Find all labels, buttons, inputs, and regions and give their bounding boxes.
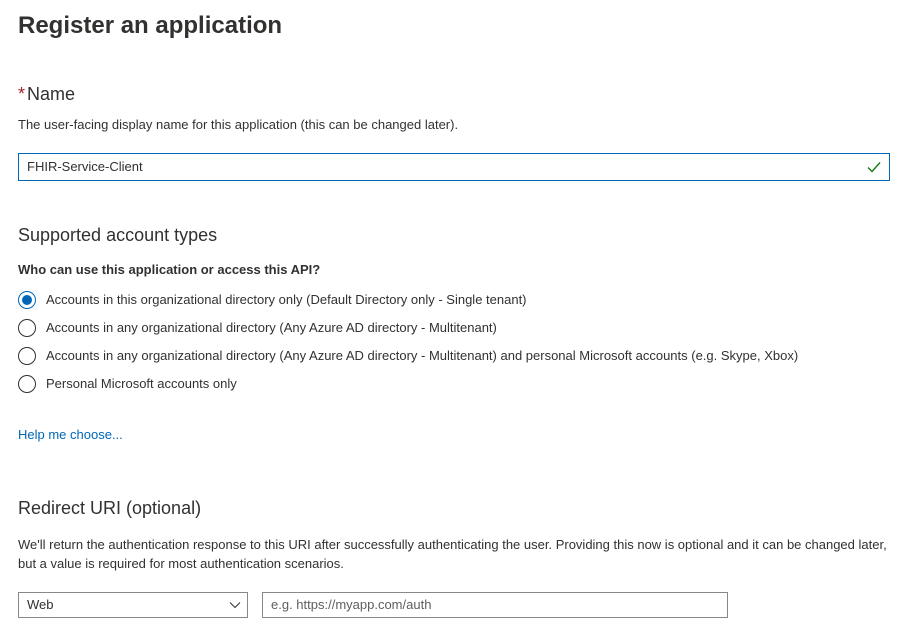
radio-icon <box>18 291 36 309</box>
chevron-down-icon <box>229 599 241 611</box>
account-type-option-multitenant-personal[interactable]: Accounts in any organizational directory… <box>18 347 890 365</box>
name-section: *Name The user-facing display name for t… <box>18 84 890 181</box>
name-description: The user-facing display name for this ap… <box>18 115 890 135</box>
redirect-uri-description: We'll return the authentication response… <box>18 535 890 574</box>
radio-label: Accounts in this organizational director… <box>46 292 527 307</box>
page-title: Register an application <box>18 12 890 40</box>
radio-icon <box>18 347 36 365</box>
radio-label: Accounts in any organizational directory… <box>46 320 497 335</box>
redirect-uri-input[interactable] <box>262 592 728 618</box>
radio-icon <box>18 375 36 393</box>
account-types-heading: Supported account types <box>18 225 890 246</box>
radio-label: Personal Microsoft accounts only <box>46 376 237 391</box>
account-types-question: Who can use this application or access t… <box>18 262 890 277</box>
redirect-uri-section: Redirect URI (optional) We'll return the… <box>18 498 890 618</box>
account-types-section: Supported account types Who can use this… <box>18 225 890 444</box>
help-me-choose-link[interactable]: Help me choose... <box>18 427 123 442</box>
redirect-uri-row: Web <box>18 592 890 618</box>
account-type-option-multitenant[interactable]: Accounts in any organizational directory… <box>18 319 890 337</box>
name-input[interactable] <box>18 153 890 181</box>
radio-icon <box>18 319 36 337</box>
name-label: *Name <box>18 84 890 105</box>
radio-label: Accounts in any organizational directory… <box>46 348 798 363</box>
name-label-text: Name <box>27 84 75 104</box>
account-type-option-personal-only[interactable]: Personal Microsoft accounts only <box>18 375 890 393</box>
account-type-option-single-tenant[interactable]: Accounts in this organizational director… <box>18 291 890 309</box>
redirect-uri-heading: Redirect URI (optional) <box>18 498 890 519</box>
checkmark-icon <box>866 159 882 175</box>
platform-select[interactable]: Web <box>18 592 248 618</box>
name-input-wrap <box>18 153 890 181</box>
platform-selected-value: Web <box>27 597 54 612</box>
required-asterisk: * <box>18 84 25 104</box>
